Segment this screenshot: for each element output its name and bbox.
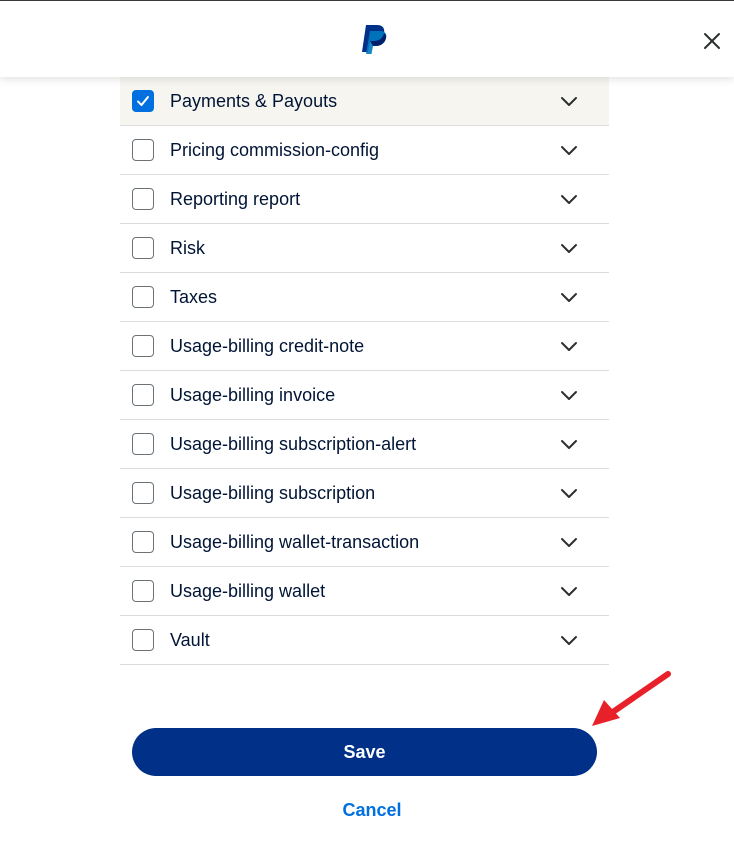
scope-checkbox[interactable] (132, 286, 154, 308)
scope-row[interactable]: Reporting report (120, 175, 609, 224)
chevron-down-icon[interactable] (560, 631, 578, 649)
scope-row[interactable]: Usage-billing subscription-alert (120, 420, 609, 469)
scope-row[interactable]: Usage-billing wallet (120, 567, 609, 616)
scope-checkbox[interactable] (132, 237, 154, 259)
scope-label: Vault (170, 629, 210, 650)
scope-row[interactable]: Usage-billing invoice (120, 371, 609, 420)
save-button[interactable]: Save (132, 728, 597, 776)
chevron-down-icon[interactable] (560, 239, 578, 257)
scope-label: Risk (170, 237, 205, 258)
scope-label: Usage-billing subscription-alert (170, 433, 417, 454)
scope-row[interactable]: Payments & Payouts (120, 77, 609, 126)
chevron-down-icon[interactable] (560, 582, 578, 600)
chevron-down-icon[interactable] (560, 190, 578, 208)
scope-list: Payments & Payouts Pricing commission-con… (120, 77, 609, 665)
scope-checkbox[interactable] (132, 629, 154, 651)
scope-checkbox[interactable] (132, 482, 154, 504)
scope-checkbox[interactable] (132, 384, 154, 406)
scope-checkbox[interactable] (132, 580, 154, 602)
scope-checkbox[interactable] (132, 433, 154, 455)
scope-checkbox[interactable] (132, 188, 154, 210)
checkmark-icon (137, 96, 149, 106)
scope-row[interactable]: Vault (120, 616, 609, 665)
scope-label: Payments & Payouts (170, 90, 338, 111)
scope-checkbox[interactable] (132, 335, 154, 357)
scope-label: Usage-billing wallet-transaction (170, 531, 420, 552)
paypal-logo (362, 25, 387, 54)
chevron-down-icon[interactable] (560, 484, 578, 502)
scope-row[interactable]: Pricing commission-config (120, 126, 609, 175)
scope-label: Usage-billing wallet (170, 580, 326, 601)
cancel-link[interactable]: Cancel (0, 800, 734, 821)
chevron-down-icon[interactable] (560, 386, 578, 404)
page: Payments & Payouts Pricing commission-con… (0, 0, 734, 855)
annotation-arrow-icon (592, 671, 671, 726)
scope-label: Usage-billing subscription (170, 482, 376, 503)
scope-row[interactable]: Taxes (120, 273, 609, 322)
chevron-down-icon[interactable] (560, 92, 578, 110)
scope-label: Taxes (170, 286, 218, 307)
chevron-down-icon[interactable] (560, 141, 578, 159)
chevron-down-icon[interactable] (560, 533, 578, 551)
scope-row[interactable]: Usage-billing credit-note (120, 322, 609, 371)
chevron-down-icon[interactable] (560, 337, 578, 355)
scope-checkbox[interactable] (132, 90, 154, 112)
scope-row[interactable]: Risk (120, 224, 609, 273)
scope-label: Usage-billing invoice (170, 384, 336, 405)
chevron-down-icon[interactable] (560, 435, 578, 453)
scope-row[interactable]: Usage-billing wallet-transaction (120, 518, 609, 567)
scope-label: Usage-billing credit-note (170, 335, 365, 356)
scope-label: Pricing commission-config (170, 139, 380, 160)
close-icon[interactable] (700, 29, 724, 53)
scope-checkbox[interactable] (132, 139, 154, 161)
chevron-down-icon[interactable] (560, 288, 578, 306)
scope-row[interactable]: Usage-billing subscription (120, 469, 609, 518)
scope-label: Reporting report (170, 188, 301, 209)
scope-checkbox[interactable] (132, 531, 154, 553)
header (0, 0, 734, 77)
